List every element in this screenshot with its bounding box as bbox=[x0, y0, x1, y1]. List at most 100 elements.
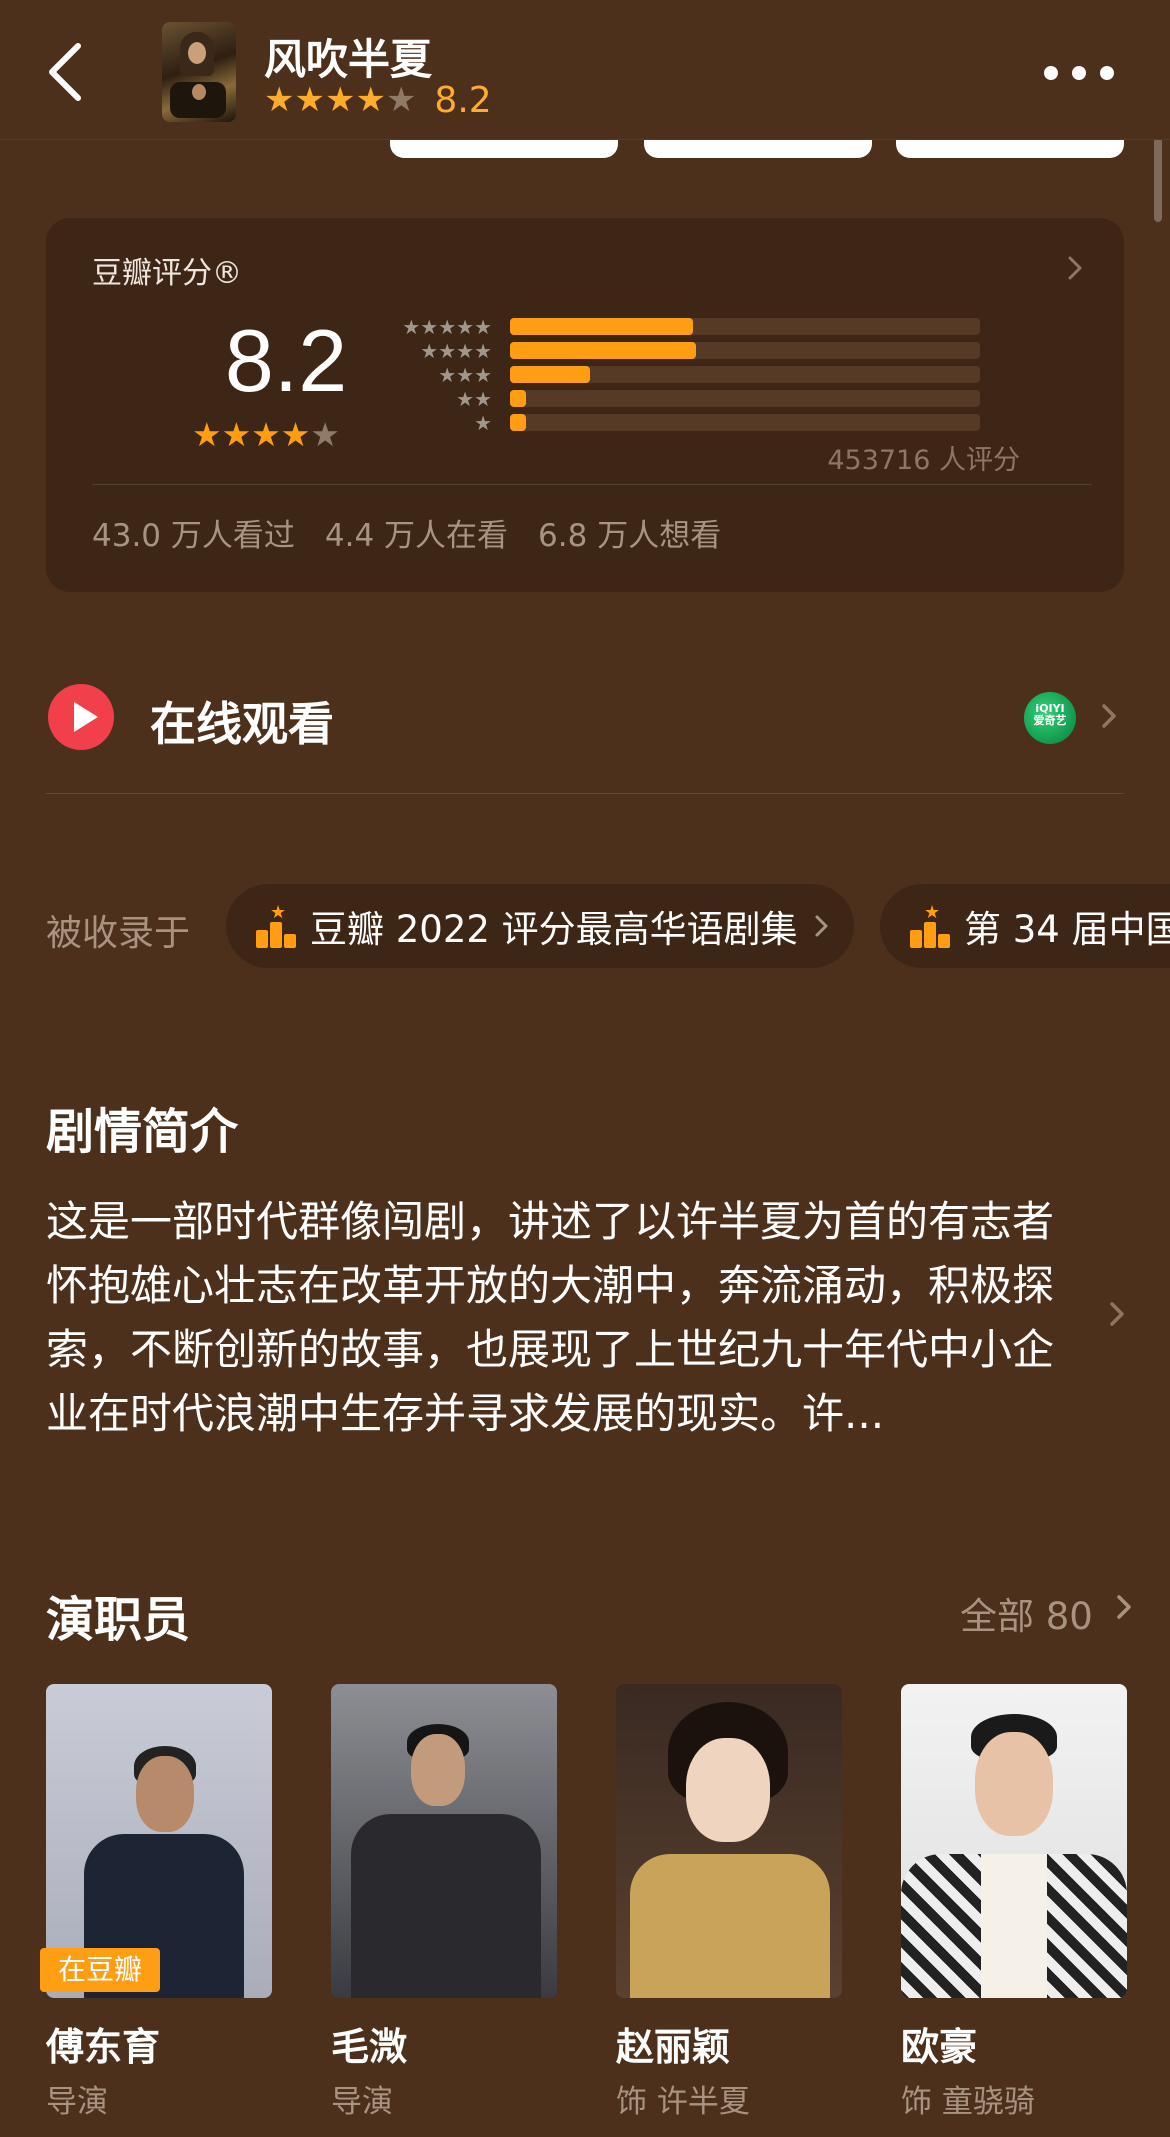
on-douban-badge: 在豆瓣 bbox=[40, 1948, 160, 1992]
star-filled-icon: ★ bbox=[474, 363, 492, 387]
distribution-stars: ★ ★ bbox=[386, 389, 492, 409]
back-arrow-icon[interactable] bbox=[40, 36, 100, 108]
cast-photo bbox=[901, 1684, 1127, 1998]
distribution-row: ★ ★ ★ bbox=[386, 364, 980, 386]
distribution-stars: ★ ★ ★ ★ bbox=[386, 341, 492, 361]
star-empty-icon: ★ bbox=[385, 80, 417, 120]
chevron-right-icon[interactable] bbox=[1114, 1590, 1136, 1624]
star-empty-icon: ★ bbox=[310, 415, 340, 454]
collection-chip[interactable]: ★ 第 34 届中国 bbox=[880, 884, 1170, 968]
distribution-row: ★ bbox=[386, 412, 980, 434]
distribution-bar-track bbox=[510, 318, 980, 335]
cast-name: 毛溦 bbox=[331, 2025, 408, 2069]
distribution-bar-track bbox=[510, 342, 980, 359]
play-icon bbox=[48, 684, 114, 750]
star-filled-icon: ★ bbox=[420, 339, 439, 363]
stat-watched: 43.0 万人看过 bbox=[92, 518, 295, 554]
stat-want: 6.8 万人想看 bbox=[538, 518, 722, 554]
distribution-bar-fill bbox=[510, 390, 526, 407]
rating-count: 453716 人评分 bbox=[827, 445, 1020, 476]
rating-score: 8.2 bbox=[224, 311, 348, 410]
cast-name: 傅东育 bbox=[46, 2025, 161, 2069]
cast-name: 赵丽颖 bbox=[616, 2025, 731, 2069]
distribution-bar-track bbox=[510, 414, 980, 431]
cast-role: 导演 bbox=[46, 2084, 108, 2120]
douban-rating-card[interactable]: 豆瓣评分® 8.2 ★ ★ ★ ★ ★ ★ ★ ★ ★ ★ ★ ★ ★ ★ ★ ★ ★ ★ ★ ★ 453716 人… bbox=[46, 218, 1124, 592]
cast-photo bbox=[331, 1684, 557, 1998]
star-filled-icon: ★ bbox=[474, 315, 492, 339]
iqiyi-icon: iQIYI 爱奇艺 bbox=[1024, 692, 1076, 744]
poster-thumbnail[interactable] bbox=[162, 22, 236, 122]
collection-chip-label: 第 34 届中国 bbox=[964, 908, 1170, 951]
distribution-bar-fill bbox=[510, 342, 696, 359]
distribution-bar-track bbox=[510, 366, 980, 383]
collections-label: 被收录于 bbox=[46, 913, 191, 954]
chevron-right-icon bbox=[1102, 704, 1116, 728]
distribution-bar-track bbox=[510, 390, 980, 407]
star-filled-icon: ★ bbox=[355, 80, 386, 120]
distribution-row: ★ ★ ★ ★ ★ bbox=[386, 316, 980, 338]
collection-chip-label: 豆瓣 2022 评分最高华语剧集 bbox=[310, 908, 798, 951]
scrollbar[interactable] bbox=[1154, 138, 1162, 222]
cast-role: 饰 童骁骑 bbox=[901, 2084, 1035, 2120]
star-filled-icon: ★ bbox=[438, 363, 457, 387]
cast-name: 欧豪 bbox=[901, 2025, 978, 2069]
cast-card[interactable]: 欧豪 饰 童骁骑 bbox=[901, 1684, 1127, 2120]
distribution-stars: ★ bbox=[386, 413, 492, 433]
online-watch-row[interactable]: 在线观看 iQIYI 爱奇艺 bbox=[46, 676, 1124, 756]
distribution-bar-fill bbox=[510, 366, 590, 383]
synopsis-text[interactable]: 这是一部时代群像闯剧，讲述了以许半夏为首的有志者怀抱雄心壮志在改革开放的大潮中，… bbox=[46, 1190, 1076, 1446]
ranking-icon: ★ bbox=[256, 904, 300, 948]
distribution-stars: ★ ★ ★ ★ ★ bbox=[386, 317, 492, 337]
header-star-rating: ★ ★ ★ ★ ★ bbox=[264, 83, 416, 117]
star-filled-icon: ★ bbox=[264, 80, 295, 120]
star-filled-icon: ★ bbox=[438, 339, 457, 363]
watch-stats: 43.0 万人看过 4.4 万人在看 6.8 万人想看 bbox=[92, 510, 751, 555]
chevron-right-icon[interactable] bbox=[1106, 1296, 1130, 1332]
star-filled-icon: ★ bbox=[294, 80, 325, 120]
distribution-bar-fill bbox=[510, 318, 693, 335]
star-filled-icon: ★ bbox=[456, 339, 475, 363]
stat-watching: 4.4 万人在看 bbox=[324, 518, 509, 554]
star-filled-icon: ★ bbox=[456, 363, 475, 387]
rating-card-title: 豆瓣评分® bbox=[92, 256, 242, 291]
header-score: 8.2 bbox=[434, 79, 492, 121]
rating-stars: ★ ★ ★ ★ ★ bbox=[192, 418, 340, 451]
star-filled-icon: ★ bbox=[474, 411, 492, 435]
star-filled-icon: ★ bbox=[456, 387, 475, 411]
chevron-right-icon[interactable] bbox=[1060, 250, 1090, 286]
chevron-right-icon bbox=[815, 915, 828, 937]
header-rating: ★ ★ ★ ★ ★ 8.2 bbox=[264, 79, 492, 121]
cast-all-link[interactable]: 全部 80 bbox=[960, 1586, 1093, 1640]
star-filled-icon: ★ bbox=[456, 315, 475, 339]
cast-title: 演职员 bbox=[46, 1592, 191, 1648]
star-filled-icon: ★ bbox=[420, 315, 439, 339]
star-filled-icon: ★ bbox=[474, 387, 492, 411]
distribution-bar-fill bbox=[510, 414, 526, 431]
cast-card[interactable]: 毛溦 导演 bbox=[331, 1684, 557, 2120]
cast-card[interactable]: 赵丽颖 饰 许半夏 bbox=[616, 1684, 842, 2120]
page-title: 风吹半夏 bbox=[264, 35, 433, 84]
star-filled-icon: ★ bbox=[251, 415, 281, 454]
cast-role: 导演 bbox=[331, 2084, 393, 2120]
distribution-row: ★ ★ ★ ★ bbox=[386, 340, 980, 362]
ranking-icon: ★ bbox=[910, 904, 954, 948]
cast-role: 饰 许半夏 bbox=[616, 2084, 750, 2120]
divider bbox=[92, 484, 1092, 485]
star-filled-icon: ★ bbox=[192, 415, 222, 454]
online-watch-label: 在线观看 bbox=[150, 697, 334, 751]
star-filled-icon: ★ bbox=[324, 80, 356, 120]
divider bbox=[46, 793, 1124, 794]
top-nav-bar: 风吹半夏 ★ ★ ★ ★ ★ 8.2 bbox=[0, 0, 1170, 140]
synopsis-title: 剧情简介 bbox=[46, 1104, 239, 1160]
star-filled-icon: ★ bbox=[221, 415, 252, 454]
star-filled-icon: ★ bbox=[474, 339, 492, 363]
star-filled-icon: ★ bbox=[402, 315, 421, 339]
star-filled-icon: ★ bbox=[438, 315, 457, 339]
distribution-stars: ★ ★ ★ bbox=[386, 365, 492, 385]
more-options-icon[interactable] bbox=[1044, 60, 1114, 86]
collection-chip[interactable]: ★ 豆瓣 2022 评分最高华语剧集 bbox=[226, 884, 854, 968]
cast-photo bbox=[616, 1684, 842, 1998]
cast-card[interactable]: 在豆瓣 傅东育 导演 bbox=[40, 1684, 272, 2120]
star-filled-icon: ★ bbox=[280, 415, 311, 454]
